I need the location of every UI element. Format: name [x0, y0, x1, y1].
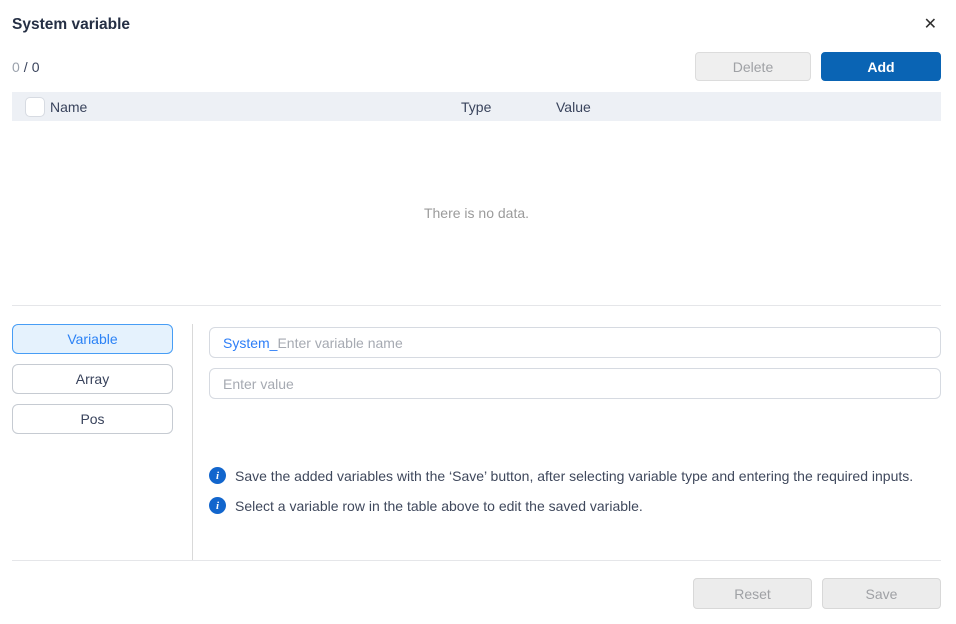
- selection-counter: 0 / 0: [12, 59, 39, 75]
- note-text: Select a variable row in the table above…: [235, 495, 643, 517]
- empty-state: There is no data.: [12, 121, 941, 305]
- footer: Reset Save: [12, 561, 941, 609]
- toolbar: 0 / 0 Delete Add: [12, 52, 941, 81]
- save-button[interactable]: Save: [822, 578, 941, 609]
- counter-total: 0: [32, 59, 40, 75]
- select-all-checkbox[interactable]: [25, 97, 45, 117]
- tab-array[interactable]: Array: [12, 364, 173, 394]
- variable-name-placeholder: Enter variable name: [277, 335, 402, 351]
- counter-selected: 0: [12, 59, 20, 75]
- column-header-value: Value: [556, 99, 941, 115]
- type-selector: Variable Array Pos: [12, 324, 193, 560]
- info-icon: i: [209, 497, 226, 514]
- note-text: Save the added variables with the ‘Save’…: [235, 465, 913, 487]
- empty-state-text: There is no data.: [424, 205, 529, 221]
- close-button[interactable]: ✕: [920, 15, 941, 35]
- note-edit: i Select a variable row in the table abo…: [209, 495, 941, 517]
- variable-editor: Variable Array Pos System_Enter variable…: [12, 306, 941, 560]
- editor-form: System_Enter variable name i Save the ad…: [193, 324, 941, 560]
- page-title: System variable: [12, 16, 130, 34]
- column-header-type: Type: [461, 99, 556, 115]
- add-button[interactable]: Add: [821, 52, 941, 81]
- help-notes: i Save the added variables with the ‘Sav…: [209, 465, 941, 517]
- counter-separator: /: [24, 59, 28, 75]
- close-icon: ✕: [924, 16, 937, 33]
- system-variable-dialog: System variable ✕ 0 / 0 Delete Add Name …: [0, 0, 956, 624]
- tab-pos[interactable]: Pos: [12, 404, 173, 434]
- delete-button[interactable]: Delete: [695, 52, 811, 81]
- variable-name-input[interactable]: System_Enter variable name: [209, 327, 941, 358]
- note-save: i Save the added variables with the ‘Sav…: [209, 465, 941, 487]
- table-header: Name Type Value: [12, 92, 941, 121]
- dialog-header: System variable ✕: [12, 0, 941, 36]
- tab-variable[interactable]: Variable: [12, 324, 173, 354]
- variable-value-input[interactable]: [209, 368, 941, 399]
- variable-name-prefix: System_: [223, 335, 277, 351]
- column-header-name: Name: [50, 99, 461, 115]
- toolbar-buttons: Delete Add: [695, 52, 941, 81]
- info-icon: i: [209, 467, 226, 484]
- reset-button[interactable]: Reset: [693, 578, 812, 609]
